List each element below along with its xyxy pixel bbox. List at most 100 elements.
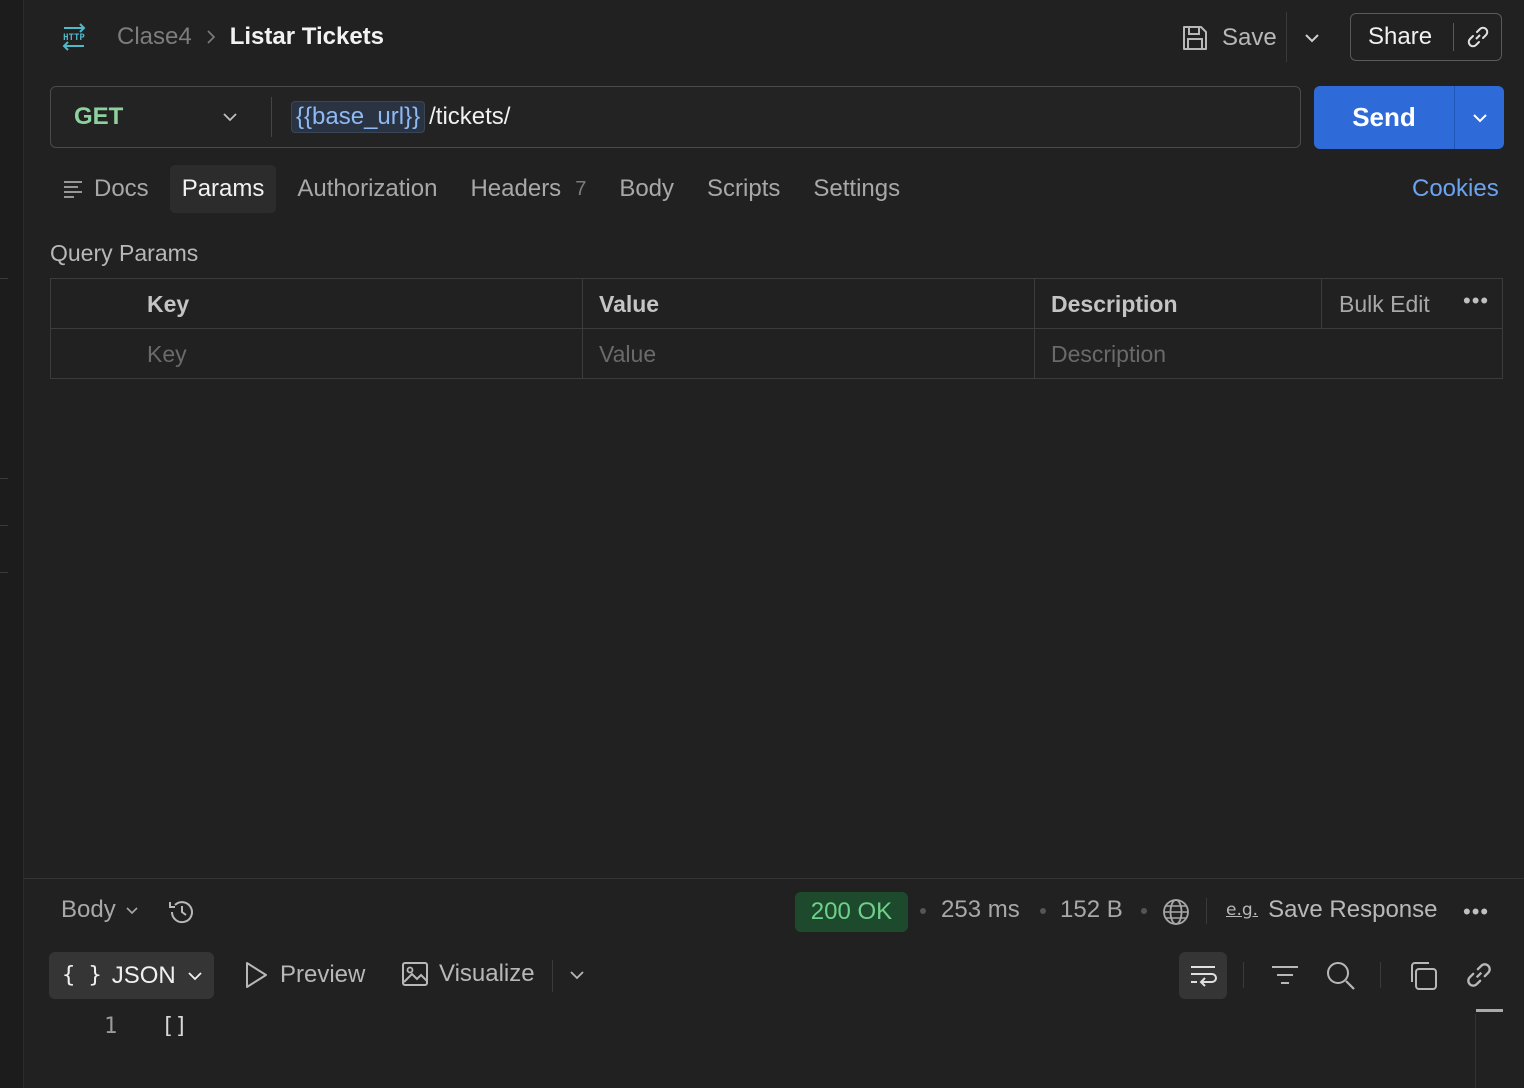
tab-label: Settings xyxy=(813,175,901,202)
query-params-title: Query Params xyxy=(50,240,199,266)
filter-icon[interactable] xyxy=(1270,960,1300,990)
visualize-button[interactable]: Visualize xyxy=(401,960,535,988)
save-response-label: Save Response xyxy=(1268,896,1438,923)
response-time[interactable]: 253 ms xyxy=(941,896,1020,924)
copy-icon[interactable] xyxy=(1407,960,1439,992)
tab-settings[interactable]: Settings xyxy=(801,165,912,213)
json-icon: { } xyxy=(62,963,102,988)
request-tabs: Docs Params Authorization Headers 7 Body… xyxy=(50,165,921,213)
chevron-down-icon[interactable] xyxy=(1300,26,1324,50)
save-label: Save xyxy=(1222,24,1277,51)
scrollbar-thumb[interactable] xyxy=(1476,1009,1503,1012)
column-header-description: Description xyxy=(1051,290,1178,317)
headers-count-badge: 7 xyxy=(575,177,587,200)
http-icon: HTTP xyxy=(62,23,86,51)
chevron-down-icon xyxy=(126,907,138,915)
tab-label: Authorization xyxy=(297,175,438,202)
globe-icon[interactable] xyxy=(1161,897,1191,927)
value-input[interactable]: Value xyxy=(599,329,656,379)
query-params-table: Key Value Description Bulk Edit ••• Key … xyxy=(50,278,1503,379)
breadcrumb-collection[interactable]: Clase4 xyxy=(117,23,192,51)
svg-text:HTTP: HTTP xyxy=(63,33,85,43)
request-header: HTTP Clase4 Listar Tickets Save Share xyxy=(24,0,1524,74)
share-button[interactable]: Share xyxy=(1350,13,1502,61)
example-icon: e.g. xyxy=(1226,900,1259,920)
column-header-key: Key xyxy=(147,290,190,317)
status-badge[interactable]: 200 OK xyxy=(795,892,908,932)
send-options-button[interactable] xyxy=(1455,107,1504,129)
tab-params[interactable]: Params xyxy=(169,165,277,213)
more-options-icon[interactable]: ••• xyxy=(1463,899,1489,925)
line-code: [] xyxy=(161,1014,188,1039)
breadcrumb: Clase4 Listar Tickets xyxy=(117,20,384,54)
scrollbar-track[interactable] xyxy=(1475,1014,1476,1088)
divider xyxy=(271,97,272,137)
tab-authorization[interactable]: Authorization xyxy=(285,165,449,213)
send-button[interactable]: Send xyxy=(1314,86,1504,149)
request-name[interactable]: Listar Tickets xyxy=(230,23,384,51)
wrap-text-icon xyxy=(1191,965,1217,987)
sidebar-tick xyxy=(0,478,8,479)
separator-dot xyxy=(920,908,926,914)
format-label: JSON xyxy=(111,961,176,989)
chevron-right-icon xyxy=(207,30,215,44)
tab-scripts[interactable]: Scripts xyxy=(695,165,792,213)
url-input[interactable]: {{base_url}} /tickets/ xyxy=(291,101,510,133)
sidebar-tick xyxy=(0,525,8,526)
search-icon[interactable] xyxy=(1325,960,1357,992)
docs-icon xyxy=(62,179,84,199)
table-row: Key Value Description xyxy=(51,329,1502,379)
wrap-lines-button[interactable] xyxy=(1179,952,1227,999)
chevron-down-icon[interactable] xyxy=(566,964,588,986)
share-label: Share xyxy=(1368,23,1433,50)
more-options-icon[interactable]: ••• xyxy=(1463,288,1489,314)
copy-link-button[interactable] xyxy=(1454,24,1501,50)
divider xyxy=(552,960,553,992)
cookies-link[interactable]: Cookies xyxy=(1412,175,1499,203)
save-response-button[interactable]: e.g. Save Response xyxy=(1226,896,1438,924)
play-icon xyxy=(246,962,267,988)
divider xyxy=(1243,962,1244,988)
tab-docs[interactable]: Docs xyxy=(50,165,161,213)
chevron-down-icon xyxy=(1472,113,1487,122)
save-icon xyxy=(1183,26,1207,50)
sidebar-tick xyxy=(0,572,8,573)
table-header-row: Key Value Description Bulk Edit ••• xyxy=(51,279,1502,329)
separator-dot xyxy=(1141,908,1147,914)
divider xyxy=(1380,962,1381,988)
visualize-label: Visualize xyxy=(439,960,535,987)
save-button[interactable]: Save xyxy=(1180,18,1277,58)
chevron-down-icon xyxy=(188,971,202,980)
response-view-label: Body xyxy=(61,896,116,923)
tab-headers[interactable]: Headers 7 xyxy=(458,165,598,213)
key-input[interactable]: Key xyxy=(147,329,187,379)
url-variable[interactable]: {{base_url}} xyxy=(291,101,426,133)
link-icon[interactable] xyxy=(1464,960,1494,990)
chevron-down-icon[interactable] xyxy=(219,106,241,128)
column-divider xyxy=(1034,279,1035,378)
tab-label: Body xyxy=(619,175,675,202)
tab-label: Docs xyxy=(94,175,149,202)
preview-label: Preview xyxy=(280,961,366,988)
send-label: Send xyxy=(1352,102,1416,132)
divider xyxy=(1286,12,1287,62)
column-header-value: Value xyxy=(599,290,660,317)
code-line: 1 [] xyxy=(104,1014,188,1039)
description-input[interactable]: Description xyxy=(1051,329,1166,379)
url-bar: GET {{base_url}} /tickets/ xyxy=(50,86,1301,148)
preview-button[interactable]: Preview xyxy=(242,960,365,990)
tab-label: Headers xyxy=(470,175,562,202)
column-divider xyxy=(1321,279,1322,328)
format-select[interactable]: { } JSON xyxy=(49,952,214,999)
pane-resizer[interactable] xyxy=(24,878,1524,879)
bulk-edit-button[interactable]: Bulk Edit xyxy=(1339,279,1430,329)
sidebar-tick xyxy=(0,278,8,279)
divider xyxy=(1206,898,1207,924)
response-size[interactable]: 152 B xyxy=(1060,896,1123,924)
history-icon[interactable] xyxy=(166,896,198,928)
tab-body[interactable]: Body xyxy=(607,165,686,213)
left-sidebar-edge xyxy=(0,0,24,1088)
method-select[interactable]: GET xyxy=(74,103,123,131)
column-divider xyxy=(582,279,583,378)
response-view-select[interactable]: Body xyxy=(61,896,140,924)
